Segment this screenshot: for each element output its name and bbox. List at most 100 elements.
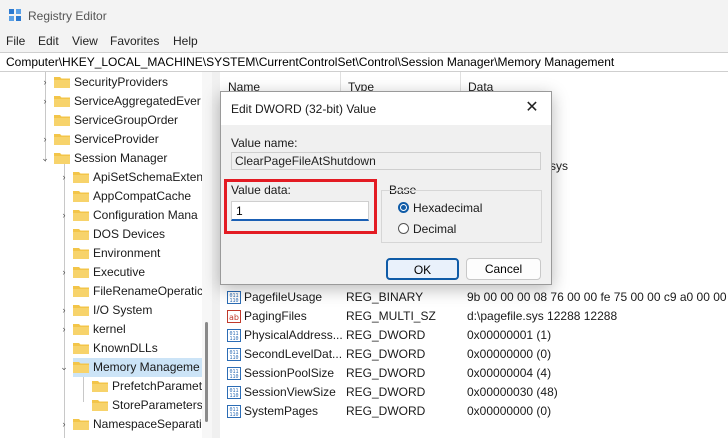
menu-view[interactable]: View: [72, 34, 98, 48]
binary-value-icon: 011110: [227, 329, 241, 342]
folder-icon: [73, 229, 89, 240]
menu-favorites[interactable]: Favorites: [110, 34, 159, 48]
menu-edit[interactable]: Edit: [38, 34, 59, 48]
folder-icon: [73, 362, 89, 373]
tree-item[interactable]: DOS Devices: [0, 225, 202, 244]
registry-tree: › SecurityProviders › ServiceAggregatedEver…: [0, 72, 202, 438]
folder-icon: [92, 381, 108, 392]
chevron-right-icon[interactable]: ›: [59, 266, 69, 278]
value-type: REG_DWORD: [346, 366, 426, 380]
menu-file[interactable]: File: [6, 34, 25, 48]
tree-item-label: StoreParameters: [112, 398, 202, 412]
ok-button[interactable]: OK: [386, 258, 459, 280]
value-data: 0x00000000 (0): [467, 347, 552, 361]
tree-item[interactable]: › I/O System: [0, 301, 202, 320]
tree-item[interactable]: ›Power: [0, 434, 202, 438]
cancel-button[interactable]: Cancel: [466, 258, 541, 280]
list-item[interactable]: 011 110 PagefileUsage REG_BINARY 9b 00 00 00…: [220, 288, 728, 307]
tree-item-label: FileRenameOperatic: [93, 284, 202, 298]
folder-icon: [73, 267, 89, 278]
svg-text:ab: ab: [229, 313, 239, 322]
binary-value-icon: 011110: [227, 348, 241, 361]
string-value-icon: ab: [227, 310, 241, 323]
folder-icon: [54, 77, 70, 88]
title-bar: Registry Editor: [0, 0, 728, 32]
tree-item[interactable]: ServiceGroupOrder: [0, 111, 202, 130]
dialog-title: Edit DWORD (32-bit) Value: [231, 102, 377, 116]
svg-text:110: 110: [229, 355, 238, 361]
list-item[interactable]: 011 110 SessionViewSize REG_DWORD 0x00000030…: [220, 383, 728, 402]
chevron-right-icon[interactable]: ›: [40, 133, 50, 145]
folder-icon: [54, 134, 70, 145]
value-type: REG_DWORD: [346, 404, 426, 418]
svg-text:110: 110: [229, 412, 238, 418]
value-name: PhysicalAddress...: [244, 328, 343, 342]
tree-item[interactable]: AppCompatCache: [0, 187, 202, 206]
tree-item-label: I/O System: [93, 303, 153, 317]
tree-item[interactable]: › ServiceProvider: [0, 130, 202, 149]
radio-decimal-label[interactable]: Decimal: [413, 222, 456, 236]
tree-item[interactable]: › ServiceAggregatedEver: [0, 92, 202, 111]
value-data-input[interactable]: 1: [231, 201, 369, 221]
tree-item[interactable]: › kernel: [0, 320, 202, 339]
tree-scroll-thumb[interactable]: [205, 322, 208, 422]
chevron-right-icon[interactable]: ›: [40, 76, 50, 88]
chevron-right-icon[interactable]: ›: [59, 209, 69, 221]
tree-item[interactable]: StoreParameters: [0, 396, 202, 415]
list-item[interactable]: 011 110 SessionPoolSize REG_DWORD 0x00000004…: [220, 364, 728, 383]
value-name: PagingFiles: [244, 309, 307, 323]
tree-item[interactable]: › Executive: [0, 263, 202, 282]
tree-scrollbar[interactable]: [202, 72, 212, 438]
chevron-right-icon[interactable]: ›: [59, 171, 69, 183]
value-name: SessionPoolSize: [244, 366, 335, 380]
tree-item[interactable]: ⌄ Session Manager: [0, 149, 202, 168]
list-item[interactable]: ab PagingFiles REG_MULTI_SZ d:\pagefile.sys…: [220, 307, 728, 326]
value-name-label: Value name:: [231, 136, 298, 150]
tree-item-label: SecurityProviders: [74, 75, 169, 89]
value-type: REG_MULTI_SZ: [346, 309, 436, 323]
close-icon[interactable]: ✕: [521, 98, 543, 118]
radio-hexadecimal-label[interactable]: Hexadecimal: [413, 201, 482, 215]
binary-value-icon: 011110: [227, 405, 241, 418]
tree-item[interactable]: › ApiSetSchemaExten: [0, 168, 203, 187]
tree-item[interactable]: Environment: [0, 244, 202, 263]
window-title: Registry Editor: [28, 9, 107, 23]
value-name-field: ClearPageFileAtShutdown: [231, 152, 541, 170]
radio-hexadecimal[interactable]: [398, 202, 409, 213]
chevron-down-icon[interactable]: ⌄: [40, 152, 50, 164]
tree-item[interactable]: › SecurityProviders: [0, 73, 202, 92]
tree-item-label: ServiceGroupOrder: [74, 113, 179, 127]
folder-icon: [73, 210, 89, 221]
list-item[interactable]: 011 110 SecondLevelDat... REG_DWORD 0x000000…: [220, 345, 728, 364]
tree-item[interactable]: › Configuration Mana: [0, 206, 202, 225]
folder-icon: [73, 172, 89, 183]
menu-help[interactable]: Help: [173, 34, 198, 48]
value-data: 0x00000030 (48): [467, 385, 558, 399]
tree-item[interactable]: ⌄ Memory Manageme: [60, 358, 202, 377]
tree-item[interactable]: KnownDLLs: [0, 339, 202, 358]
chevron-right-icon[interactable]: ›: [59, 418, 69, 430]
tree-item-label: kernel: [93, 322, 126, 336]
registry-app-icon: [9, 9, 21, 21]
radio-decimal[interactable]: [398, 223, 409, 234]
tree-item-label: PrefetchParamet: [112, 379, 202, 393]
chevron-right-icon[interactable]: ›: [40, 95, 50, 107]
list-item[interactable]: 011 110 SystemPages REG_DWORD 0x00000000 (0): [220, 402, 728, 421]
tree-item[interactable]: FileRenameOperatic: [0, 282, 202, 301]
list-item[interactable]: 011 110 PhysicalAddress... REG_DWORD 0x00000…: [220, 326, 728, 345]
folder-icon: [73, 419, 89, 430]
tree-item[interactable]: PrefetchParamet: [0, 377, 202, 396]
tree-item-label: DOS Devices: [93, 227, 166, 241]
chevron-right-icon[interactable]: ›: [59, 304, 69, 316]
svg-text:110: 110: [229, 374, 238, 380]
base-group: [381, 190, 542, 243]
chevron-right-icon[interactable]: ›: [59, 323, 69, 335]
tree-item[interactable]: › NamespaceSeparati: [0, 415, 202, 434]
value-name: SessionViewSize: [244, 385, 336, 399]
address-bar[interactable]: Computer\HKEY_LOCAL_MACHINE\SYSTEM\Curre…: [0, 52, 728, 72]
chevron-down-icon[interactable]: ⌄: [59, 361, 69, 373]
pane-splitter[interactable]: [212, 72, 220, 438]
folder-icon: [54, 115, 70, 126]
value-data: 9b 00 00 00 08 76 00 00 fe 75 00 00 c9 a…: [467, 290, 728, 304]
value-type: REG_DWORD: [346, 385, 426, 399]
